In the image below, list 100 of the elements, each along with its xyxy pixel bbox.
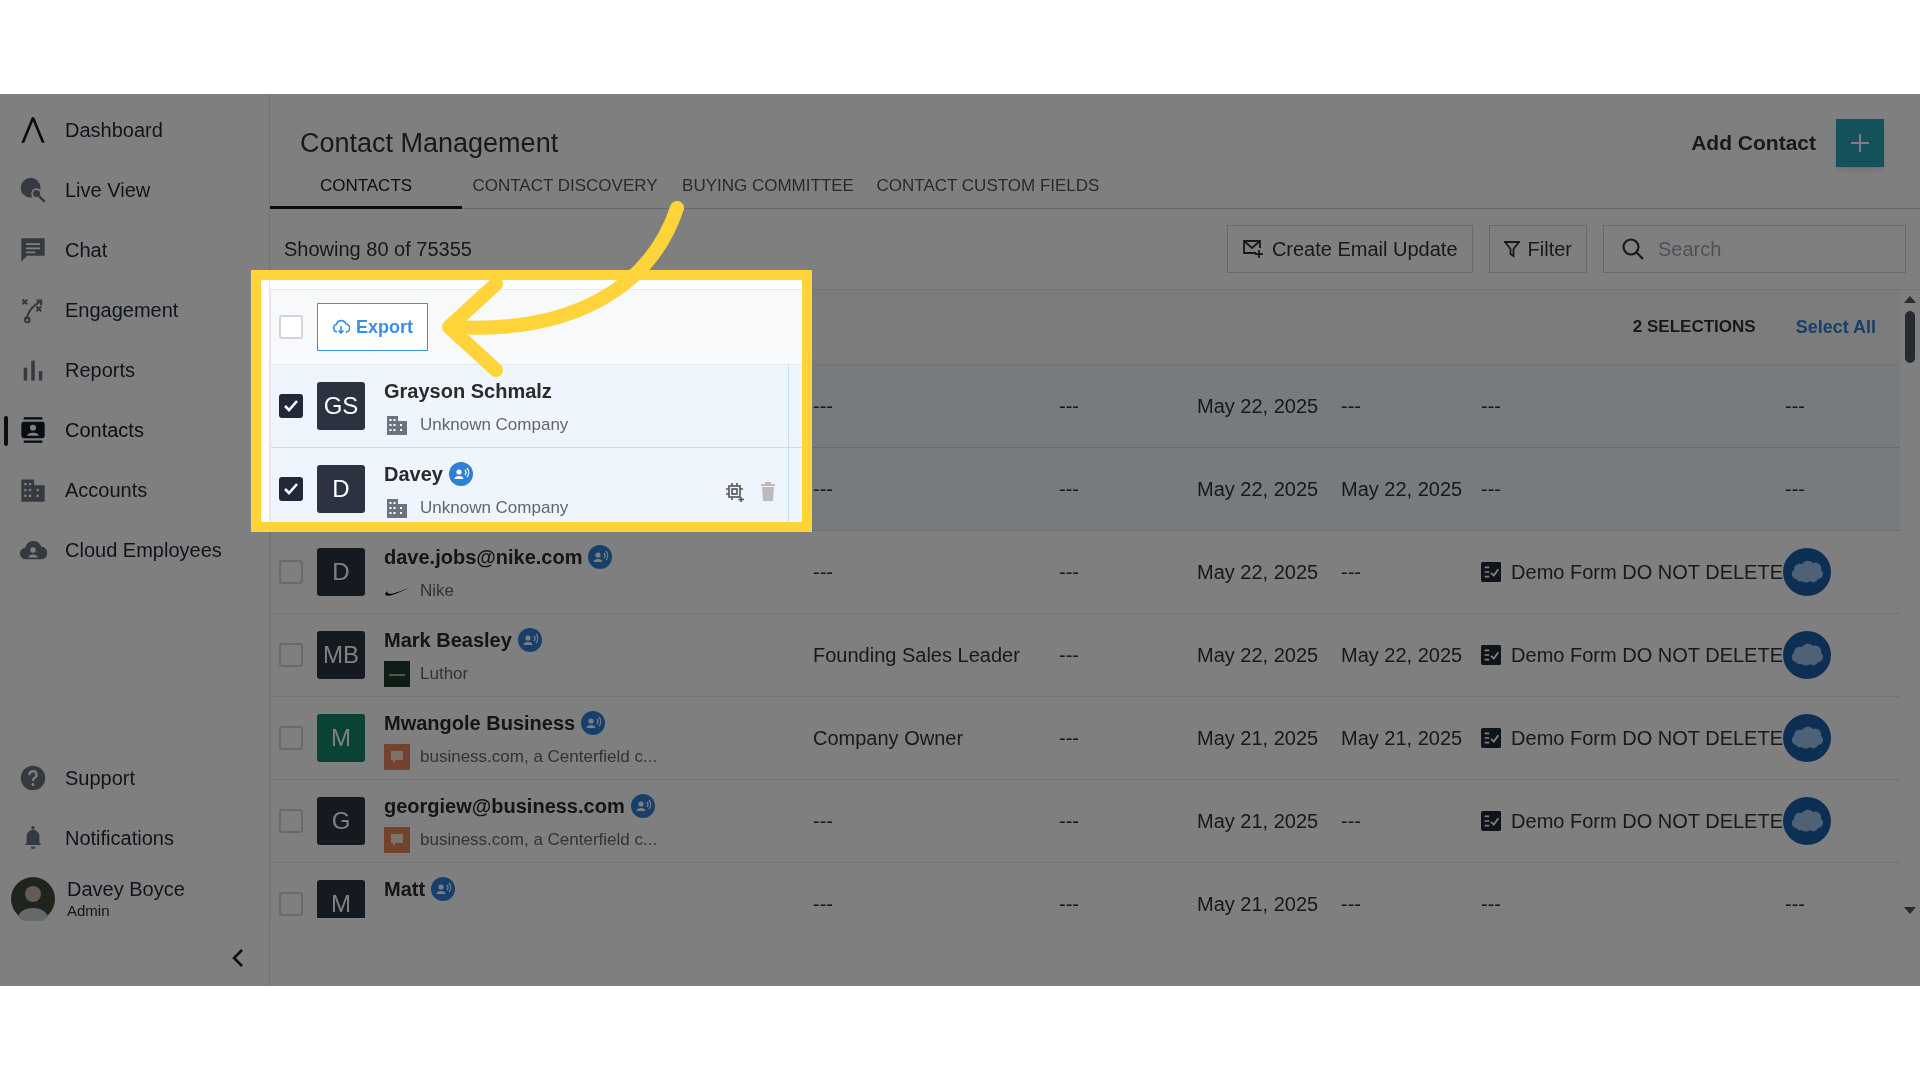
nav-item[interactable]: Engagement [0,280,269,340]
scroll-thumb[interactable] [1905,311,1915,363]
nav-item[interactable]: Cloud Employees [0,520,269,580]
building-icon [385,496,409,520]
table-cell: --- [1059,478,1079,500]
contact-name[interactable]: georgiew@business.com [384,791,625,821]
table-cell: --- [1341,561,1361,583]
scroll-down-icon[interactable] [1904,907,1916,914]
contact-avatar: D [317,465,365,513]
contact-name[interactable]: Mark Beasley [384,625,512,655]
table-cell: May 22, 2025 [1341,644,1463,666]
trash-icon[interactable] [760,482,776,502]
add-contact-button[interactable] [1836,119,1884,167]
company-name: Unknown Company [420,414,569,437]
table-cell: Founding Sales Leader [813,644,1020,666]
company-logo-icon [384,827,410,853]
globe-search-icon [19,176,47,204]
contact-avatar: D [317,548,365,596]
nav-item[interactable]: Reports [0,340,269,400]
table-cell: --- [1785,395,1805,417]
user-role: Admin [67,902,111,921]
table-cell: May 22, 2025 [1197,644,1319,666]
table-cell: --- [1059,395,1079,417]
mail-plus-icon [1241,239,1264,259]
avatar-icon [11,877,55,921]
salesforce-icon [1783,797,1831,845]
contact-card-icon [19,416,47,444]
collapse-icon[interactable] [231,948,245,968]
contact-name[interactable]: Mwangole Business [384,708,576,738]
contact-row[interactable]: GS Grayson Schmalz Unknown Company --- --- May 22, 2025 --- --- --- [271,365,1900,448]
search-icon [1621,237,1645,261]
contact-avatar: GS [317,382,365,430]
building-icon [385,413,409,437]
form-icon [1481,810,1502,832]
table-cell: May 22, 2025 [1197,395,1319,417]
table-cell: --- [1785,478,1805,500]
select-all-checkbox[interactable] [279,315,303,339]
tab[interactable]: CONTACT DISCOVERY [462,167,668,209]
table-cell: May 21, 2025 [1341,727,1463,749]
company-name: Nike [420,580,454,603]
contact-avatar: MB [317,631,365,679]
table-cell: May 22, 2025 [1197,478,1319,500]
table-cell: --- [1341,810,1361,832]
table-cell: --- [1341,395,1361,417]
filter-button[interactable]: Filter [1488,225,1587,273]
row-checkbox[interactable] [279,477,303,501]
form-icon [1481,727,1502,749]
contact-name[interactable]: Grayson Schmalz [384,376,552,406]
select-all-link[interactable]: Select All [1795,313,1876,341]
help-icon [19,764,47,792]
table-cell-text: Demo Form DO NOT DELETE [1511,809,1783,834]
contact-row[interactable]: D Davey Unknown Company --- --- May 22, 2025 May 22, 2025 --- --- [271,448,1900,531]
chip-plus-icon[interactable] [724,481,746,503]
table-cell-text: Demo Form DO NOT DELETE [1511,643,1783,668]
contact-name[interactable]: dave.jobs@nike.com [384,542,583,572]
nav-item[interactable]: Live View [0,160,269,220]
table-cell: --- [1059,561,1079,583]
row-checkbox[interactable] [279,394,303,418]
table-cell: --- [813,810,833,832]
cloud-download-icon [332,319,350,335]
tab[interactable]: CONTACT CUSTOM FIELDS [868,167,1108,209]
table-cell: May 22, 2025 [1341,478,1463,500]
table-cell: --- [813,893,833,915]
company-name: Luthor [420,663,469,686]
create-email-update-button[interactable]: Create Email Update [1226,225,1473,273]
table-cell: --- [813,478,833,500]
company-name: business.com, a Centerfield c... [420,829,658,852]
result-count: Showing 80 of 75355 [284,237,472,262]
table-cell: --- [1785,893,1805,915]
table-cell: --- [1059,893,1079,915]
tab[interactable]: BUYING COMMITTEE [668,167,868,209]
plus-icon [1850,133,1870,153]
nav-item[interactable]: Notifications [0,808,269,868]
add-contact-label: Add Contact [1691,130,1816,157]
nav-item[interactable]: Dashboard [0,100,269,160]
tab[interactable]: CONTACTS [270,167,462,209]
page-title: Contact Management [300,126,559,160]
salesforce-icon [1783,714,1831,762]
scroll-up-icon[interactable] [1904,296,1916,303]
company-name: Unknown Company [420,497,569,520]
filter-icon [1503,240,1520,258]
nav-item[interactable]: Accounts [0,460,269,520]
table-cell: --- [813,561,833,583]
contact-avatar: M [317,714,365,762]
company-logo-icon [384,661,410,687]
contact-avatar: G [317,797,365,845]
table-cell: --- [1059,727,1079,749]
table-cell-text: Demo Form DO NOT DELETE [1511,560,1783,585]
export-button[interactable]: Export [317,303,428,351]
table-cell-text: Demo Form DO NOT DELETE [1511,726,1783,751]
table-cell: --- [1059,810,1079,832]
table-cell: --- [1341,893,1361,915]
nav-item[interactable]: Chat [0,220,269,280]
user-name: Davey Boyce [67,877,185,903]
nav-item[interactable]: Support [0,748,269,808]
nav-item[interactable]: Contacts [0,400,269,460]
contact-name[interactable]: Davey [384,459,443,489]
table-cell: --- [813,395,833,417]
contact-name[interactable]: Matt [384,874,426,904]
selection-count: 2 SELECTIONS [1632,316,1756,339]
